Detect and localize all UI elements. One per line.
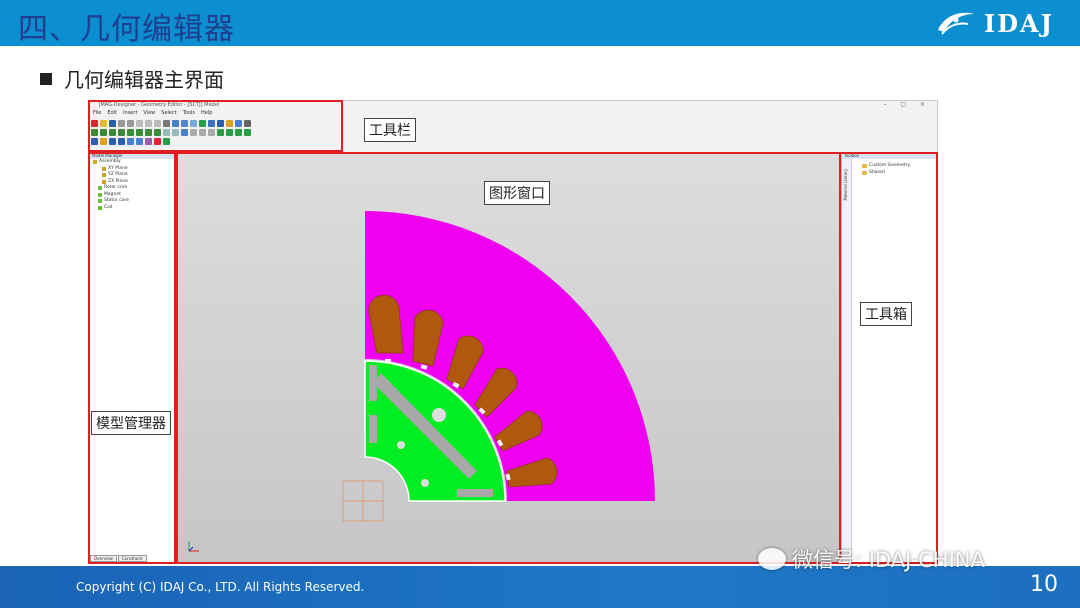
bullet-square-icon bbox=[40, 72, 52, 85]
callout-viewport: 图形窗口 bbox=[484, 181, 550, 205]
callout-toolbar: 工具栏 bbox=[364, 118, 416, 142]
page-number: 10 bbox=[1030, 572, 1058, 597]
slide-header: 四、几何编辑器 IDAJ bbox=[0, 0, 1080, 47]
copyright-text: Copyright (C) IDAJ Co., LTD. All Rights … bbox=[76, 580, 365, 594]
logo-text: IDAJ bbox=[983, 8, 1054, 38]
viewport-highlight bbox=[176, 152, 841, 564]
swoosh-icon bbox=[937, 12, 974, 35]
bullet-text: 几何编辑器主界面 bbox=[64, 68, 224, 92]
slide-title: 四、几何编辑器 bbox=[18, 12, 235, 47]
toolbar-highlight bbox=[88, 100, 343, 152]
wechat-icon bbox=[758, 548, 786, 570]
callout-model-manager: 模型管理器 bbox=[91, 411, 171, 435]
window-controls[interactable]: – ▢ × bbox=[883, 101, 931, 108]
watermark-text: 微信号: IDAJ-CHINA bbox=[792, 548, 985, 572]
wechat-watermark: 微信号: IDAJ-CHINA bbox=[758, 544, 985, 574]
model-manager-highlight bbox=[88, 152, 176, 564]
toolbox-highlight bbox=[839, 152, 938, 564]
callout-toolbox: 工具箱 bbox=[860, 302, 912, 326]
bullet: 几何编辑器主界面 bbox=[40, 64, 224, 93]
idaj-logo: IDAJ bbox=[934, 6, 1054, 40]
